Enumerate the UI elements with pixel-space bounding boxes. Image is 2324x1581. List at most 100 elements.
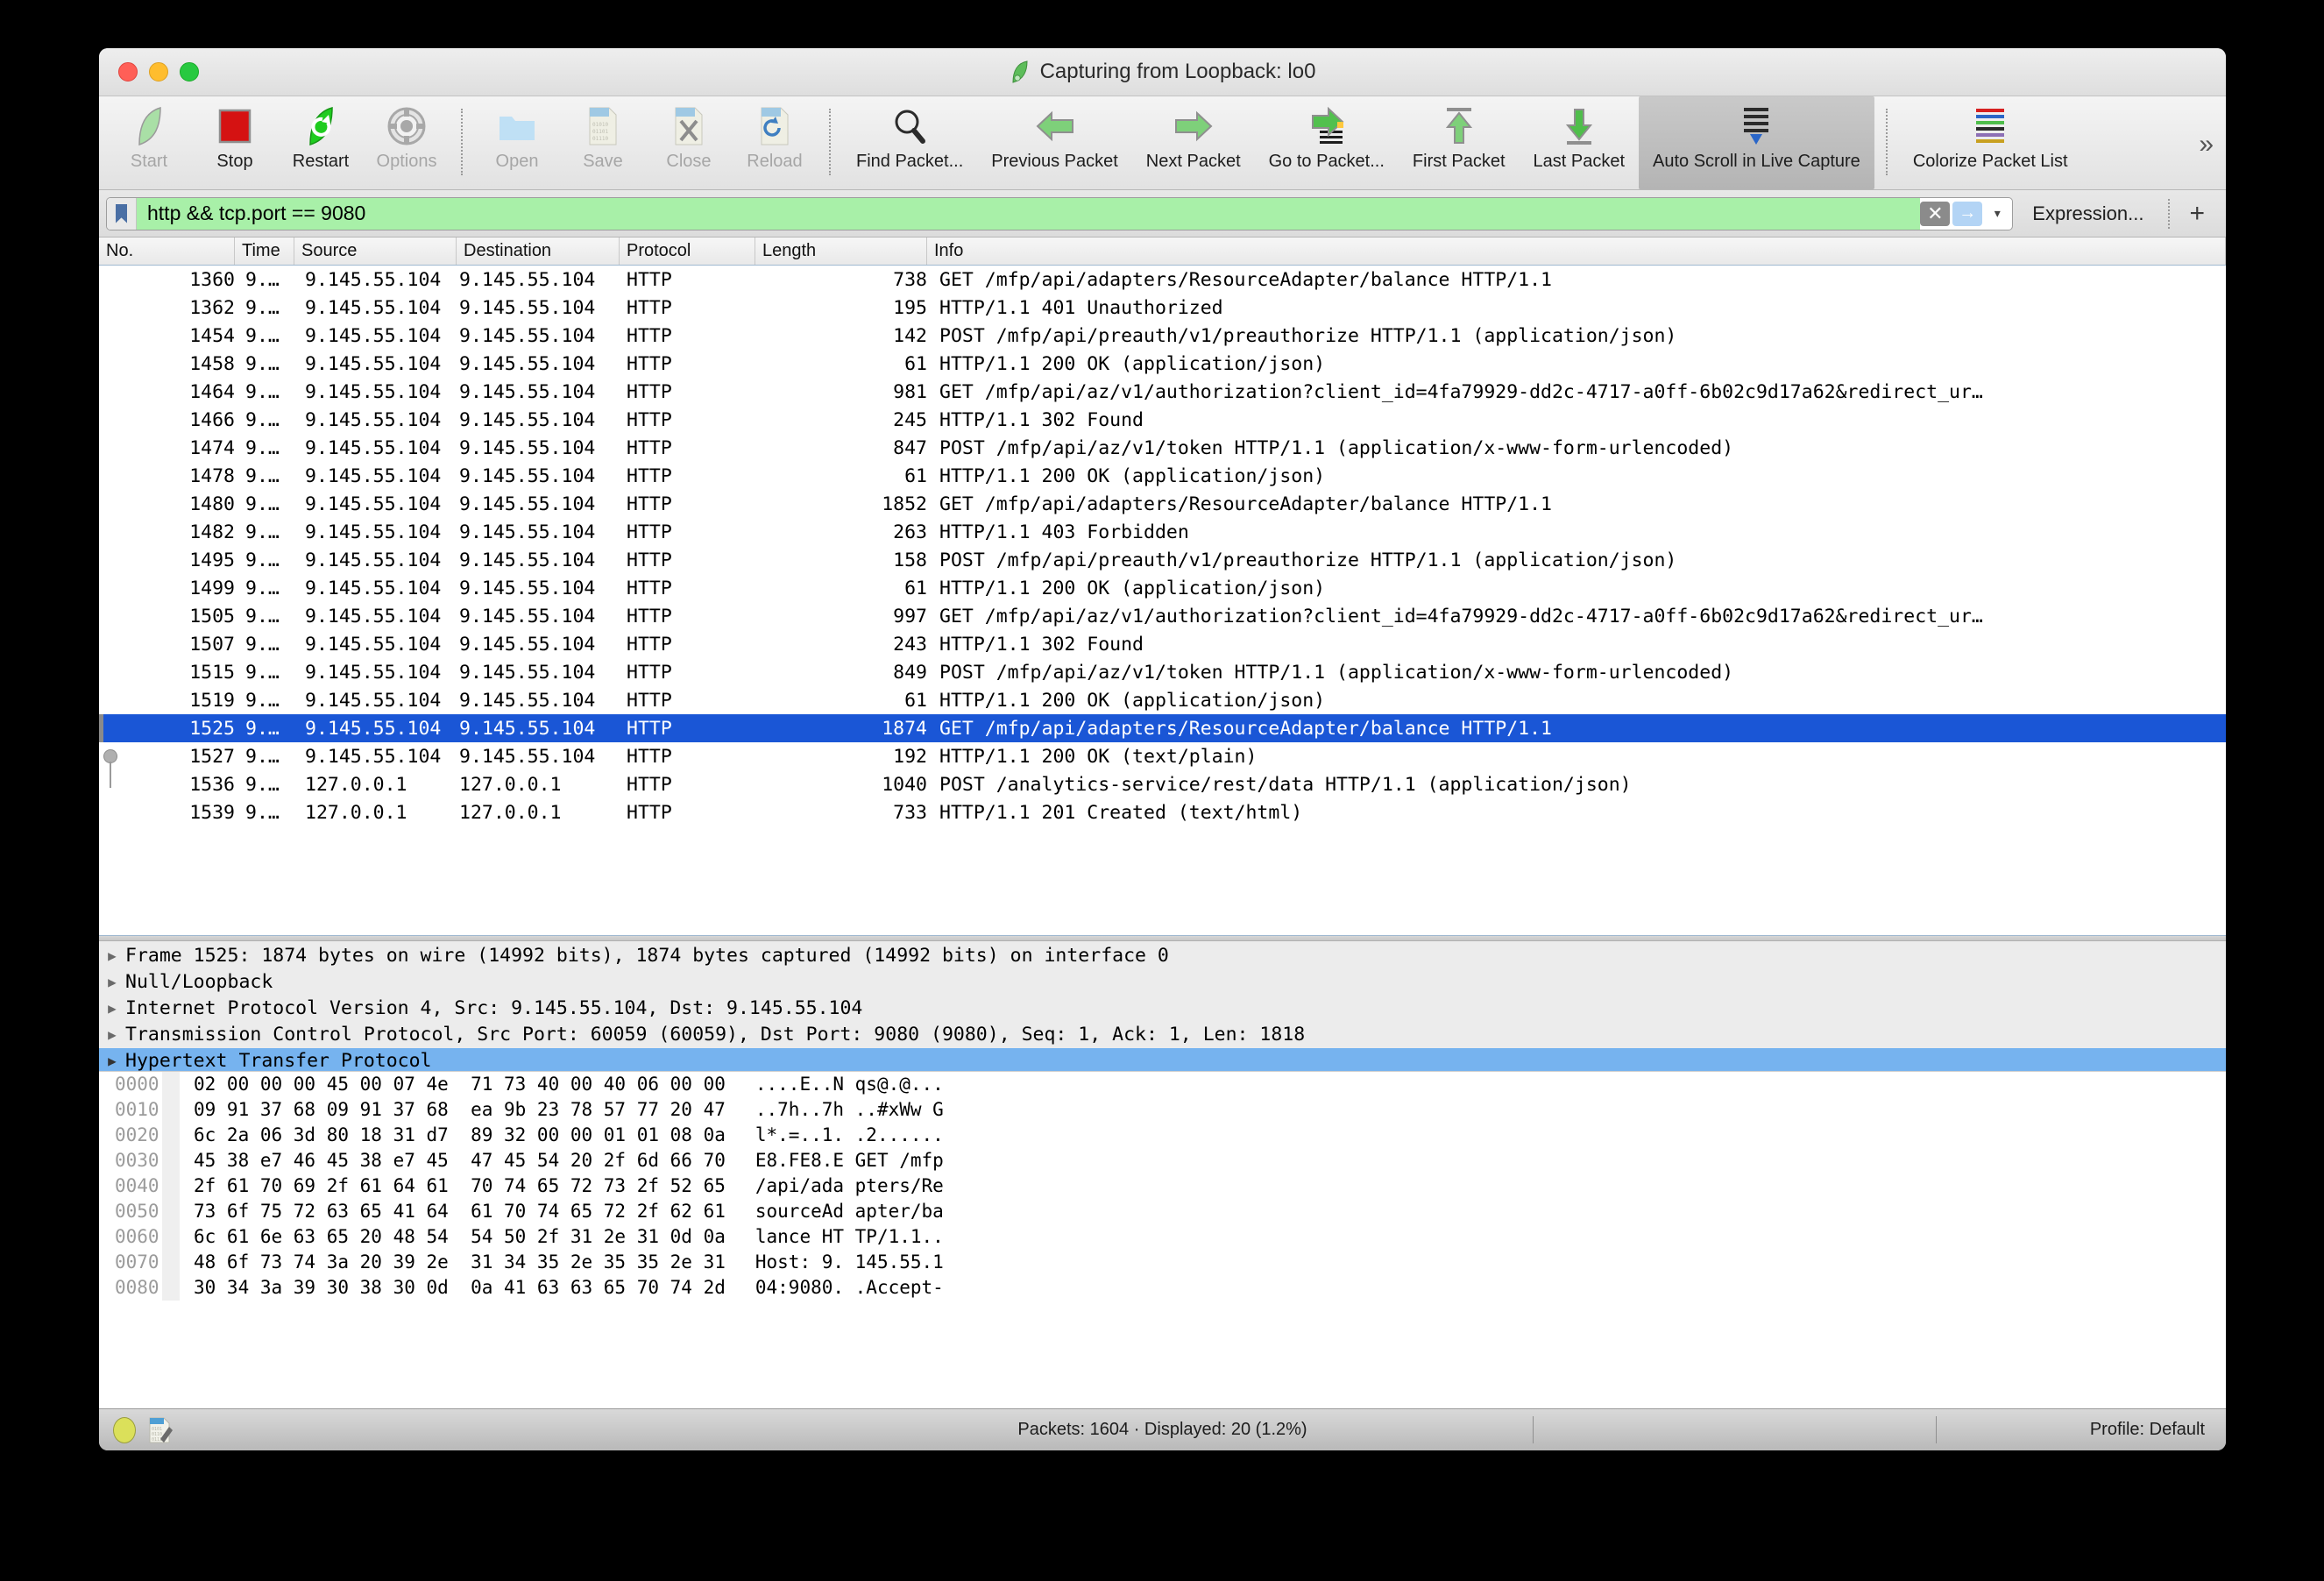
packet-list[interactable]: 13609.…9.145.55.1049.145.55.104HTTP738GE… — [99, 266, 2226, 935]
restart-capture-button[interactable]: Restart — [278, 96, 364, 189]
packet-row[interactable]: 14999.…9.145.55.1049.145.55.104HTTP61HTT… — [99, 574, 2226, 602]
packet-row[interactable]: 15399.…127.0.0.1127.0.0.1HTTP733HTTP/1.1… — [99, 798, 2226, 826]
go-to-packet-button[interactable]: Go to Packet... — [1255, 96, 1399, 189]
packet-destination: 9.145.55.104 — [457, 381, 620, 403]
packet-row[interactable]: 15259.…9.145.55.1049.145.55.104HTTP1874G… — [99, 714, 2226, 742]
expand-triangle-icon[interactable]: ▶ — [99, 1053, 125, 1069]
packet-row[interactable]: 14829.…9.145.55.1049.145.55.104HTTP263HT… — [99, 518, 2226, 546]
yellow-circle-icon[interactable] — [113, 1417, 136, 1443]
hex-dump-row[interactable]: 00206c 2a 06 3d 80 18 31 d7 89 32 00 00 … — [99, 1123, 2226, 1148]
auto-scroll-live-capture-button[interactable]: Auto Scroll in Live Capture — [1639, 96, 1874, 189]
packet-row[interactable]: 14809.…9.145.55.1049.145.55.104HTTP1852G… — [99, 490, 2226, 518]
goto-packet-icon — [1307, 104, 1346, 148]
hex-dump-row[interactable]: 008030 34 3a 39 30 38 30 0d 0a 41 63 63 … — [99, 1275, 2226, 1301]
add-filter-button[interactable]: + — [2175, 201, 2219, 227]
colorize-list-icon — [1972, 104, 2009, 148]
detail-tree-item[interactable]: ▶Frame 1525: 1874 bytes on wire (14992 b… — [99, 943, 2226, 969]
packet-length: 61 — [755, 578, 927, 599]
column-header-length[interactable]: Length — [755, 238, 927, 265]
filter-expression-button[interactable]: Expression... — [2013, 202, 2163, 225]
hex-dump-row[interactable]: 001009 91 37 68 09 91 37 68 ea 9b 23 78 … — [99, 1097, 2226, 1123]
detail-tree-item[interactable]: ▶Internet Protocol Version 4, Src: 9.145… — [99, 996, 2226, 1022]
column-header-protocol[interactable]: Protocol — [620, 238, 755, 265]
packet-row[interactable]: 15279.…9.145.55.1049.145.55.104HTTP192HT… — [99, 742, 2226, 770]
open-file-button[interactable]: Open — [474, 96, 560, 189]
packet-row[interactable]: 13629.…9.145.55.1049.145.55.104HTTP195HT… — [99, 294, 2226, 322]
hex-offset: 0010 — [99, 1099, 162, 1120]
expand-triangle-icon[interactable]: ▶ — [99, 1026, 125, 1043]
hex-offset: 0060 — [99, 1226, 162, 1247]
packet-time: 9.… — [235, 662, 294, 684]
chevron-down-icon[interactable]: ▾ — [1985, 202, 2009, 226]
packet-row[interactable]: 14669.…9.145.55.1049.145.55.104HTTP245HT… — [99, 406, 2226, 434]
filter-bookmark-button[interactable] — [107, 198, 137, 230]
hex-dump-row[interactable]: 005073 6f 75 72 63 65 41 64 61 70 74 65 … — [99, 1199, 2226, 1224]
packet-no: 1458 — [99, 353, 235, 375]
zoom-window-button[interactable] — [180, 62, 199, 82]
column-header-source[interactable]: Source — [294, 238, 457, 265]
packet-source: 9.145.55.104 — [294, 269, 457, 291]
hex-dump-row[interactable]: 00606c 61 6e 63 65 20 48 54 54 50 2f 31 … — [99, 1224, 2226, 1250]
last-packet-button[interactable]: Last Packet — [1520, 96, 1640, 189]
hex-dump-row[interactable]: 003045 38 e7 46 45 38 e7 45 47 45 54 20 … — [99, 1148, 2226, 1173]
packet-no: 1482 — [99, 521, 235, 543]
close-window-button[interactable] — [118, 62, 138, 82]
hex-ascii: ..7h..7h ..#xWw G — [726, 1099, 944, 1120]
packet-row[interactable]: 14789.…9.145.55.1049.145.55.104HTTP61HTT… — [99, 462, 2226, 490]
column-header-info[interactable]: Info — [927, 238, 2226, 265]
packet-details-tree[interactable]: ▶Frame 1525: 1874 bytes on wire (14992 b… — [99, 941, 2226, 1071]
hex-offset: 0070 — [99, 1251, 162, 1273]
start-capture-button[interactable]: Start — [106, 96, 192, 189]
hex-dump-row[interactable]: 000002 00 00 00 45 00 07 4e 71 73 40 00 … — [99, 1072, 2226, 1097]
pane-divider-1[interactable] — [99, 935, 2226, 941]
packet-row[interactable]: 14959.…9.145.55.1049.145.55.104HTTP158PO… — [99, 546, 2226, 574]
close-file-icon — [674, 104, 704, 148]
hex-gutter — [162, 1072, 180, 1097]
packet-row[interactable]: 14749.…9.145.55.1049.145.55.104HTTP847PO… — [99, 434, 2226, 462]
detail-tree-item[interactable]: ▶Transmission Control Protocol, Src Port… — [99, 1022, 2226, 1048]
detail-tree-item[interactable]: ▶Null/Loopback — [99, 969, 2226, 996]
traffic-lights — [118, 62, 199, 82]
packet-source: 9.145.55.104 — [294, 549, 457, 571]
next-packet-button[interactable]: Next Packet — [1132, 96, 1255, 189]
packet-row[interactable]: 15079.…9.145.55.1049.145.55.104HTTP243HT… — [99, 630, 2226, 658]
packet-row[interactable]: 14649.…9.145.55.1049.145.55.104HTTP981GE… — [99, 378, 2226, 406]
hex-dump-row[interactable]: 007048 6f 73 74 3a 20 39 2e 31 34 35 2e … — [99, 1250, 2226, 1275]
detail-tree-item[interactable]: ▶Hypertext Transfer Protocol — [99, 1048, 2226, 1071]
reload-file-button[interactable]: Reload — [732, 96, 818, 189]
packet-bytes-pane[interactable]: 000002 00 00 00 45 00 07 4e 71 73 40 00 … — [99, 1071, 2226, 1409]
packet-row[interactable]: 15159.…9.145.55.1049.145.55.104HTTP849PO… — [99, 658, 2226, 686]
packet-row[interactable]: 15199.…9.145.55.1049.145.55.104HTTP61HTT… — [99, 686, 2226, 714]
column-header-time[interactable]: Time — [235, 238, 294, 265]
expand-triangle-icon[interactable]: ▶ — [99, 974, 125, 990]
packet-row[interactable]: 15059.…9.145.55.1049.145.55.104HTTP997GE… — [99, 602, 2226, 630]
display-filter-input[interactable] — [137, 198, 1920, 230]
colorize-packet-list-button[interactable]: Colorize Packet List — [1899, 96, 2082, 189]
packet-protocol: HTTP — [620, 465, 755, 487]
previous-packet-button[interactable]: Previous Packet — [977, 96, 1132, 189]
column-header-no[interactable]: No. — [99, 238, 235, 265]
hex-bytes: 02 00 00 00 45 00 07 4e 71 73 40 00 40 0… — [180, 1074, 726, 1095]
expand-triangle-icon[interactable]: ▶ — [99, 947, 125, 964]
packet-row[interactable]: 14589.…9.145.55.1049.145.55.104HTTP61HTT… — [99, 350, 2226, 378]
profile-label[interactable]: Profile: Default — [2090, 1420, 2205, 1440]
column-header-destination[interactable]: Destination — [457, 238, 620, 265]
hex-dump-row[interactable]: 00402f 61 70 69 2f 61 64 61 70 74 65 72 … — [99, 1173, 2226, 1199]
capture-options-button[interactable]: Options — [364, 96, 450, 189]
apply-filter-button[interactable]: → — [1952, 202, 1982, 226]
stop-capture-button[interactable]: Stop — [192, 96, 278, 189]
toolbar-overflow-button[interactable]: » — [2199, 131, 2214, 158]
find-packet-button[interactable]: Find Packet... — [842, 96, 977, 189]
save-file-button[interactable]: 010100110101110 Save — [560, 96, 646, 189]
packet-row[interactable]: 14549.…9.145.55.1049.145.55.104HTTP142PO… — [99, 322, 2226, 350]
first-packet-button[interactable]: First Packet — [1399, 96, 1520, 189]
edit-comment-icon[interactable]: 010101100111 — [148, 1416, 173, 1444]
packet-row[interactable]: 13609.…9.145.55.1049.145.55.104HTTP738GE… — [99, 266, 2226, 294]
minimize-window-button[interactable] — [149, 62, 168, 82]
open-file-label: Open — [496, 152, 539, 172]
close-file-button[interactable]: Close — [646, 96, 732, 189]
start-capture-label: Start — [131, 152, 167, 172]
expand-triangle-icon[interactable]: ▶ — [99, 1000, 125, 1017]
clear-filter-button[interactable]: ✕ — [1920, 202, 1950, 226]
packet-row[interactable]: 15369.…127.0.0.1127.0.0.1HTTP1040POST /a… — [99, 770, 2226, 798]
